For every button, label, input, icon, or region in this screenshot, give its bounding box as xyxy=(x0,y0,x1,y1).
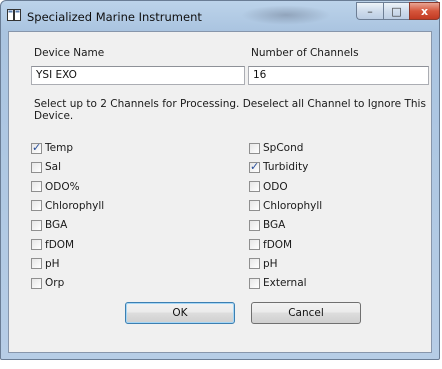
checkbox-label: External xyxy=(263,277,307,290)
checkbox-box[interactable] xyxy=(31,200,42,212)
close-icon: x xyxy=(420,4,429,18)
checkbox-label: SpCond xyxy=(263,142,304,154)
number-of-channels-value: 16 xyxy=(253,69,267,81)
checkbox-box[interactable] xyxy=(31,239,42,250)
checkbox-label: Orp xyxy=(45,277,65,290)
minimize-icon: – xyxy=(367,4,373,18)
checkbox-label: Sal xyxy=(45,161,62,174)
device-name-field[interactable]: YSI EXO xyxy=(31,66,245,85)
left-channel-checkbox[interactable]: pH xyxy=(31,257,60,271)
right-channel-checkbox[interactable]: Chlorophyll xyxy=(249,199,322,213)
device-name-label: Device Name xyxy=(34,47,105,59)
checkbox-label: pH xyxy=(45,257,60,270)
dialog-window: Specialized Marine Instrument – □ x Devi… xyxy=(0,0,440,360)
checkbox-label: BGA xyxy=(263,219,286,232)
right-channel-checkbox[interactable]: BGA xyxy=(249,218,285,232)
left-channel-checkbox[interactable]: Orp xyxy=(31,276,64,290)
checkbox-box[interactable] xyxy=(31,141,42,154)
right-channel-checkbox[interactable]: External xyxy=(249,276,307,290)
checkbox-label: fDOM xyxy=(263,238,293,251)
device-name-value: YSI EXO xyxy=(36,69,77,81)
checkbox-box[interactable] xyxy=(249,219,260,231)
right-channel-checkbox[interactable]: SpCond xyxy=(249,141,303,155)
dialog-content: Device Name YSI EXO Number of Channels 1… xyxy=(8,31,432,353)
checkbox-box[interactable] xyxy=(249,142,260,154)
cancel-button-label: Cancel xyxy=(288,307,324,319)
checkbox-box[interactable] xyxy=(249,181,260,193)
left-channel-checkbox[interactable]: Chlorophyll xyxy=(31,199,104,213)
left-channel-checkbox[interactable]: ODO% xyxy=(31,180,80,194)
checkbox-box[interactable] xyxy=(249,277,260,289)
title-bar[interactable]: Specialized Marine Instrument – □ x xyxy=(1,1,440,31)
checkbox-label: ODO xyxy=(263,180,288,193)
ok-button-label: OK xyxy=(172,307,188,319)
number-of-channels-label: Number of Channels xyxy=(251,47,359,59)
left-channel-checkbox[interactable]: Sal xyxy=(31,160,61,174)
left-channel-checkbox[interactable]: Temp xyxy=(31,141,73,155)
left-channel-checkbox[interactable]: fDOM xyxy=(31,238,74,252)
checkbox-box[interactable] xyxy=(31,161,42,173)
checkbox-box[interactable] xyxy=(31,258,42,270)
maximize-icon: □ xyxy=(391,4,402,18)
instructions-text: Select up to 2 Channels for Processing. … xyxy=(34,98,426,122)
close-button[interactable]: x xyxy=(409,2,440,20)
checkbox-box[interactable] xyxy=(249,239,260,250)
number-of-channels-field[interactable]: 16 xyxy=(248,66,429,85)
right-channel-checkbox[interactable]: fDOM xyxy=(249,238,292,252)
checkbox-box[interactable] xyxy=(31,277,42,289)
checkbox-box[interactable] xyxy=(31,219,42,231)
right-channel-checkbox[interactable]: Turbidity xyxy=(249,160,308,174)
checkbox-box[interactable] xyxy=(31,181,42,193)
window-title: Specialized Marine Instrument xyxy=(27,10,202,24)
maximize-button[interactable]: □ xyxy=(383,2,409,20)
checkbox-label: pH xyxy=(263,257,278,270)
checkbox-label: Turbidity xyxy=(263,161,309,174)
checkbox-label: Temp xyxy=(45,142,73,154)
ok-button[interactable]: OK xyxy=(125,302,235,324)
right-channel-checkbox[interactable]: pH xyxy=(249,257,278,271)
checkbox-label: Chlorophyll xyxy=(263,199,323,212)
title-bar-glass-blur xyxy=(241,5,331,25)
checkbox-label: fDOM xyxy=(45,238,75,251)
right-channel-checkbox[interactable]: ODO xyxy=(249,180,288,194)
checkbox-box[interactable] xyxy=(249,160,260,173)
checkbox-box[interactable] xyxy=(249,200,260,212)
checkbox-label: BGA xyxy=(45,219,68,232)
checkbox-label: Chlorophyll xyxy=(45,199,105,212)
checkbox-box[interactable] xyxy=(249,258,260,270)
checkbox-label: ODO% xyxy=(45,180,80,193)
cancel-button[interactable]: Cancel xyxy=(251,302,361,324)
left-channel-checkbox[interactable]: BGA xyxy=(31,218,67,232)
minimize-button[interactable]: – xyxy=(356,2,383,20)
app-window-icon xyxy=(7,9,21,21)
